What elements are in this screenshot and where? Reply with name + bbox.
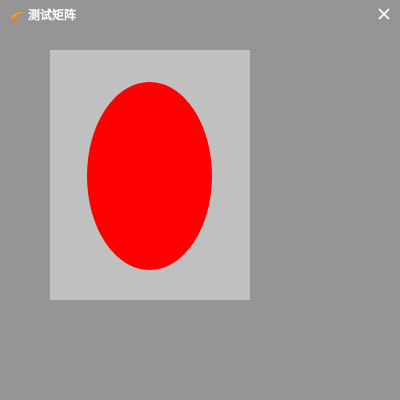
close-button[interactable] [375, 5, 393, 23]
red-ellipse-shape [87, 82, 212, 270]
close-icon [378, 8, 390, 20]
canvas-panel [50, 50, 250, 300]
orange-swoosh-icon [9, 8, 25, 22]
title-bar: 测试矩阵 [0, 0, 400, 30]
window-title: 测试矩阵 [28, 8, 77, 22]
